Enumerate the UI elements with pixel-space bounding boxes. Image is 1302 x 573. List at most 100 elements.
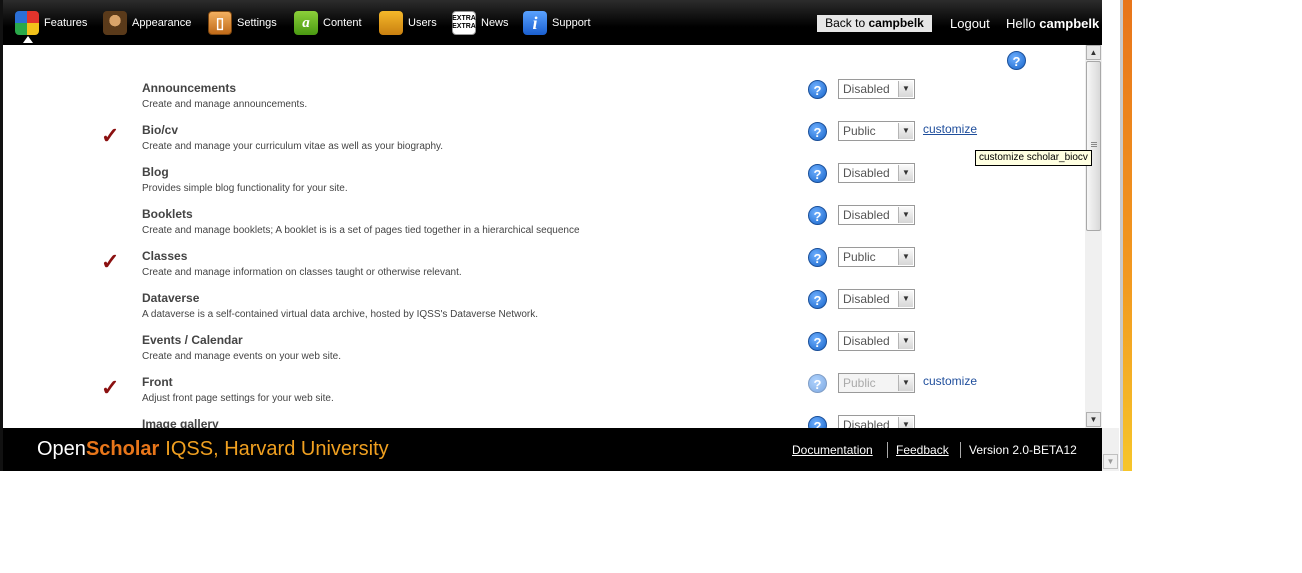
nav-news[interactable]: EXTRA EXTRA News xyxy=(452,11,509,35)
feature-row: ✓ Classes Create and manage information on… xyxy=(3,247,1085,291)
logout-link[interactable]: Logout xyxy=(950,16,990,31)
back-to-user-button[interactable]: Back to campbelk xyxy=(817,15,932,32)
feature-status-value: Public xyxy=(843,376,876,390)
nav-users-label: Users xyxy=(408,17,437,29)
feature-title: Blog xyxy=(142,165,169,179)
nav-content-label: Content xyxy=(323,17,362,29)
top-nav: Features Appearance ▯ Settings a Content… xyxy=(3,0,1102,45)
feature-status-value: Disabled xyxy=(843,418,890,428)
settings-switch-icon: ▯ xyxy=(208,11,232,35)
hello-greeting: Hello campbelk xyxy=(1006,16,1099,31)
active-nav-pointer xyxy=(23,36,33,43)
scroll-down-button[interactable]: ▼ xyxy=(1086,412,1101,427)
feature-title: Front xyxy=(142,375,173,389)
nav-features-label: Features xyxy=(44,17,88,29)
scroll-grip xyxy=(1091,142,1097,148)
feature-row: Dataverse A dataverse is a self-contained… xyxy=(3,289,1085,333)
help-icon[interactable]: ? xyxy=(808,122,827,141)
enabled-checkmark-icon: ✓ xyxy=(101,375,120,400)
scroll-thumb[interactable] xyxy=(1086,61,1101,231)
feature-description: A dataverse is a self-contained virtual … xyxy=(142,309,538,320)
customize-link[interactable]: customize xyxy=(923,374,977,388)
nav-content[interactable]: a Content xyxy=(294,11,362,35)
nav-news-label: News xyxy=(481,17,509,29)
nav-settings-label: Settings xyxy=(237,17,277,29)
chevron-down-icon: ▼ xyxy=(898,81,913,97)
hello-prefix: Hello xyxy=(1006,16,1036,31)
feature-description: Create and manage information on classes… xyxy=(142,267,462,278)
enabled-checkmark-icon: ✓ xyxy=(101,249,120,274)
feature-status-select[interactable]: Disabled ▼ xyxy=(838,79,915,99)
chevron-down-icon: ▼ xyxy=(898,165,913,181)
window-scrollbar[interactable]: ▼ xyxy=(1102,428,1119,471)
chevron-down-icon: ▼ xyxy=(898,207,913,223)
nav-appearance[interactable]: Appearance xyxy=(103,11,191,35)
newspaper-extra-icon: EXTRA EXTRA xyxy=(452,11,476,35)
users-icon xyxy=(379,11,403,35)
feature-title: Bio/cv xyxy=(142,123,179,137)
chevron-down-icon: ▼ xyxy=(898,291,913,307)
feature-description: Create and manage booklets; A booklet is… xyxy=(142,225,580,236)
feature-title: Classes xyxy=(142,249,188,263)
feature-status-value: Public xyxy=(843,124,876,138)
feature-title: Image gallery xyxy=(142,417,219,428)
chevron-down-icon: ▼ xyxy=(898,333,913,349)
feature-status-select[interactable]: Public ▼ xyxy=(838,247,915,267)
feature-title: Announcements xyxy=(142,81,237,95)
window-border-accent xyxy=(1120,0,1132,471)
info-icon: i xyxy=(523,11,547,35)
help-icon[interactable]: ? xyxy=(1007,51,1026,70)
help-icon[interactable]: ? xyxy=(808,374,827,393)
chevron-down-icon: ▼ xyxy=(898,249,913,265)
feature-row: Announcements Create and manage announcem… xyxy=(3,79,1085,123)
feature-status-select[interactable]: Disabled ▼ xyxy=(838,415,915,428)
back-user: campbelk xyxy=(868,16,924,30)
feature-row: ✓ Bio/cv Create and manage your curriculum… xyxy=(3,121,1085,165)
footer: OpenScholar IQSS, Harvard University Docu… xyxy=(3,428,1102,471)
brand-org: IQSS, Harvard University xyxy=(165,438,389,460)
feature-status-value: Disabled xyxy=(843,292,890,306)
nav-support[interactable]: i Support xyxy=(523,11,591,35)
feature-status-select[interactable]: Disabled ▼ xyxy=(838,163,915,183)
feature-title: Booklets xyxy=(142,207,193,221)
brand-scholar: Scholar xyxy=(85,438,160,460)
feature-status-select[interactable]: Public ▼ xyxy=(838,121,915,141)
nav-support-label: Support xyxy=(552,17,591,29)
chevron-down-icon: ▼ xyxy=(898,123,913,139)
help-icon[interactable]: ? xyxy=(808,80,827,99)
hello-user: campbelk xyxy=(1039,16,1100,31)
customize-link[interactable]: customize xyxy=(923,122,977,136)
help-icon[interactable]: ? xyxy=(808,164,827,183)
features-list: ? Announcements Create and manage announc… xyxy=(3,45,1085,428)
page-help[interactable]: ? xyxy=(1007,51,1026,70)
window-scroll-down-button[interactable]: ▼ xyxy=(1103,454,1118,469)
nav-features[interactable]: Features xyxy=(15,11,87,35)
feature-row: Events / Calendar Create and manage event… xyxy=(3,331,1085,375)
feature-status-select[interactable]: Disabled ▼ xyxy=(838,289,915,309)
nav-settings[interactable]: ▯ Settings xyxy=(208,11,277,35)
content-scrollbar[interactable]: ▲ ▼ xyxy=(1085,45,1102,428)
chevron-down-icon: ▼ xyxy=(898,375,913,391)
feature-status-value: Disabled xyxy=(843,334,890,348)
feature-status-select[interactable]: Disabled ▼ xyxy=(838,331,915,351)
help-icon[interactable]: ? xyxy=(808,248,827,267)
nav-users[interactable]: Users xyxy=(379,11,437,35)
chevron-down-icon: ▼ xyxy=(898,417,913,428)
feature-status-select[interactable]: Disabled ▼ xyxy=(838,205,915,225)
feature-status-value: Disabled xyxy=(843,82,890,96)
feature-description: Provides simple blog functionality for y… xyxy=(142,183,348,194)
content-a-icon: a xyxy=(294,11,318,35)
documentation-link[interactable]: Documentation xyxy=(792,443,873,457)
nav-appearance-label: Appearance xyxy=(132,17,192,29)
back-prefix: Back to xyxy=(825,16,866,30)
window-edge xyxy=(1102,0,1120,471)
help-icon[interactable]: ? xyxy=(808,290,827,309)
feature-title: Events / Calendar xyxy=(142,333,243,347)
brand-open: Open xyxy=(37,438,86,460)
help-icon[interactable]: ? xyxy=(808,416,827,428)
help-icon[interactable]: ? xyxy=(808,206,827,225)
feedback-link[interactable]: Feedback xyxy=(896,443,949,457)
scroll-up-button[interactable]: ▲ xyxy=(1086,45,1101,60)
help-icon[interactable]: ? xyxy=(808,332,827,351)
feature-description: Create and manage announcements. xyxy=(142,99,308,110)
